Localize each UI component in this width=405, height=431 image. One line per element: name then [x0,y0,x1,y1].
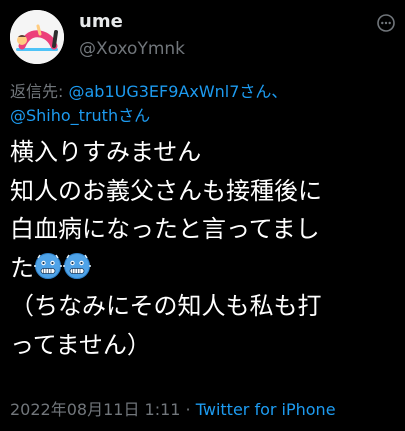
cold-face-emoji-icon [34,252,62,280]
tweet-text: 横入りすみません 知人のお義父さんも接種後に 白血病になったと言ってまし た （… [10,133,400,364]
display-name[interactable]: ume [79,11,123,32]
tweet-line-with-emoji: た [10,249,400,288]
tweet-line: ってません） [10,330,151,359]
tweet-line: た [10,253,34,282]
source-link[interactable]: Twitter for iPhone [196,400,336,419]
tweet-line: 横入りすみません [10,138,202,166]
reply-mention-link[interactable]: @ab1UG3EF9AxWnl7さん、 [68,82,287,101]
tweet-meta: 2022年08月11日 1:11 · Twitter for iPhone [10,398,336,422]
reply-to-line: 返信先: @ab1UG3EF9AxWnl7さん、 [10,80,287,104]
timestamp-link[interactable]: 2022年08月11日 1:11 [10,400,180,419]
cold-face-emoji-icon [63,252,91,280]
tweet: ume @XoxoYmnk 返信先: @ab1UG3EF9AxWnl7さん、 @… [0,0,405,431]
tweet-line: （ちなみにその知人も私も打 [10,292,322,320]
reply-prefix: 返信先: [10,82,69,101]
meta-separator: · [180,400,196,419]
tweet-line: 知人のお義父さんも接種後に [10,176,322,205]
reply-mention-link-2[interactable]: @Shiho_truthさん [10,104,150,128]
yoga-person-icon [10,10,64,64]
more-options-icon[interactable] [376,13,396,33]
avatar[interactable] [10,10,64,64]
user-handle[interactable]: @XoxoYmnk [79,39,185,59]
tweet-line: 白血病になったと言ってまし [10,215,320,243]
